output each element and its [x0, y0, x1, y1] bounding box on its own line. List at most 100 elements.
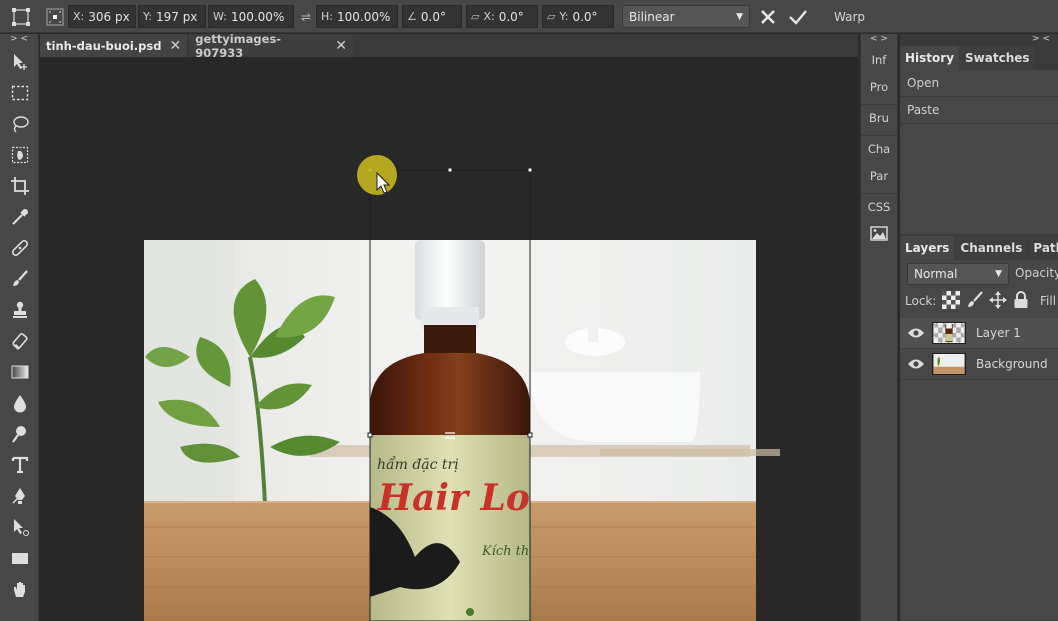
skew-y-field[interactable]: ▱ Y: 0.0°	[542, 5, 614, 28]
y-position-field[interactable]: Y: 197 px	[138, 5, 206, 28]
h-value: 100.00%	[336, 9, 391, 24]
type-tool-icon[interactable]	[0, 449, 39, 480]
label-subline: Kích th	[481, 544, 529, 559]
pen-tool-icon[interactable]	[0, 480, 39, 511]
lock-label: Lock:	[905, 294, 937, 308]
crop-tool-icon[interactable]	[0, 170, 39, 201]
layer-row[interactable]: Background	[900, 349, 1058, 380]
tab-paths[interactable]: Path	[1028, 236, 1058, 260]
move-tool-icon[interactable]	[0, 46, 39, 77]
tab-tinh-dau-buoi[interactable]: tinh-dau-buoi.psd ✕	[40, 34, 188, 57]
tab-label: gettyimages-907933	[195, 31, 282, 60]
layers-empty-area	[900, 380, 1058, 620]
tab-label: tinh-dau-buoi.psd	[46, 38, 162, 53]
chevron-down-icon: ▼	[995, 269, 1002, 279]
tab-channels[interactable]: Channels	[955, 236, 1028, 260]
layer-name: Background	[976, 357, 1048, 371]
history-item[interactable]: Open	[900, 70, 1058, 97]
eraser-tool-icon[interactable]	[0, 325, 39, 356]
lock-transparency-icon[interactable]	[942, 291, 960, 312]
layer-thumbnail	[932, 353, 966, 375]
gradient-tool-icon[interactable]	[0, 356, 39, 387]
hand-tool-icon[interactable]	[0, 573, 39, 604]
panel-brush-button[interactable]: Bru	[861, 104, 897, 131]
panel-character-button[interactable]: Cha	[861, 135, 897, 162]
collapsed-panels: < > Inf Pro Bru Cha Par CSS	[860, 34, 898, 621]
warp-button[interactable]: Warp	[834, 5, 865, 28]
close-icon[interactable]: ✕	[335, 38, 347, 54]
w-label: W:	[213, 10, 227, 23]
lock-pixels-icon[interactable]	[966, 291, 984, 312]
right-panels: > < History Swatches Open Paste Layers C…	[900, 34, 1058, 621]
tab-layers[interactable]: Layers	[900, 236, 955, 260]
rectangle-tool-icon[interactable]	[0, 542, 39, 573]
x-position-field[interactable]: X: 306 px	[68, 5, 136, 28]
document-tabs: tinh-dau-buoi.psd ✕ gettyimages-907933 ✕	[40, 31, 858, 60]
tab-gettyimages[interactable]: gettyimages-907933 ✕	[189, 31, 353, 60]
image-icon[interactable]	[861, 220, 897, 247]
layers-list: Layer 1 Background	[900, 318, 1058, 380]
cancel-transform-icon[interactable]	[756, 5, 780, 28]
collapse-arrows-icon[interactable]: > <	[0, 34, 38, 46]
reference-point-icon[interactable]	[44, 5, 66, 28]
label-tagline: hẩm đặc trị	[377, 455, 459, 473]
transform-icon[interactable]	[8, 5, 34, 28]
eye-icon[interactable]	[900, 358, 932, 370]
angle-icon: ∠	[407, 10, 417, 23]
eyedropper-tool-icon[interactable]	[0, 201, 39, 232]
brush-tool-icon[interactable]	[0, 263, 39, 294]
blend-mode-select[interactable]: Normal ▼	[907, 263, 1009, 285]
layer-name: Layer 1	[976, 326, 1021, 340]
height-field[interactable]: H: 100.00%	[316, 5, 398, 28]
collapse-arrows-icon[interactable]: < >	[861, 34, 897, 46]
skew-x-icon: ▱	[471, 10, 480, 23]
dodge-tool-icon[interactable]	[0, 418, 39, 449]
marquee-tool-icon[interactable]	[0, 77, 39, 108]
tab-history[interactable]: History	[900, 46, 960, 70]
close-icon[interactable]: ✕	[169, 38, 181, 54]
lock-position-icon[interactable]	[989, 291, 1007, 312]
y-value: 197 px	[155, 9, 198, 24]
canvas-workspace[interactable]: hẩm đặc trị Hair Lo Kích th	[40, 57, 858, 621]
skew-y-icon: ▱	[547, 10, 556, 23]
h-label: H:	[321, 10, 333, 23]
layer-thumbnail	[932, 322, 966, 344]
lasso-tool-icon[interactable]	[0, 108, 39, 139]
history-panel-tabs: History Swatches	[900, 46, 1058, 70]
tab-swatches[interactable]: Swatches	[960, 46, 1035, 70]
clone-stamp-tool-icon[interactable]	[0, 294, 39, 325]
label-brand: Hair Lo	[377, 477, 530, 519]
path-selection-tool-icon[interactable]	[0, 511, 39, 542]
link-icon[interactable]: ⇌	[298, 5, 314, 28]
panel-paragraph-button[interactable]: Par	[861, 162, 897, 189]
x-label: X:	[73, 10, 85, 23]
layer-row[interactable]: Layer 1	[900, 318, 1058, 349]
quick-selection-tool-icon[interactable]	[0, 139, 39, 170]
blur-tool-icon[interactable]	[0, 387, 39, 418]
collapse-arrows-icon[interactable]: > <	[900, 34, 1058, 46]
eye-icon[interactable]	[900, 327, 932, 339]
skew-x-value: 0.0°	[498, 9, 524, 24]
healing-brush-tool-icon[interactable]	[0, 232, 39, 263]
panel-properties-button[interactable]: Pro	[861, 73, 897, 100]
x-value: 306 px	[88, 9, 130, 24]
lock-all-icon[interactable]	[1013, 291, 1029, 312]
rotation-field[interactable]: ∠ 0.0°	[402, 5, 462, 28]
history-list: Open Paste	[900, 70, 1058, 124]
document-canvas: hẩm đặc trị Hair Lo Kích th	[144, 155, 780, 621]
opacity-label: Opacity	[1015, 266, 1058, 280]
panel-css-button[interactable]: CSS	[861, 193, 897, 220]
interpolation-select[interactable]: Bilinear ▼	[622, 5, 750, 28]
angle-value: 0.0°	[420, 9, 446, 24]
fill-label: Fill	[1040, 294, 1057, 308]
width-field[interactable]: W: 100.00%	[208, 5, 294, 28]
panel-info-button[interactable]: Inf	[861, 46, 897, 73]
w-value: 100.00%	[230, 9, 285, 24]
skew-y-value: 0.0°	[572, 9, 598, 24]
layers-controls: Normal ▼ Opacity Lock: Fill	[900, 260, 1058, 318]
y-label: Y:	[143, 10, 152, 23]
history-item[interactable]: Paste	[900, 97, 1058, 124]
history-empty-area	[900, 124, 1058, 234]
commit-transform-icon[interactable]	[786, 5, 810, 28]
skew-x-field[interactable]: ▱ X: 0.0°	[466, 5, 538, 28]
